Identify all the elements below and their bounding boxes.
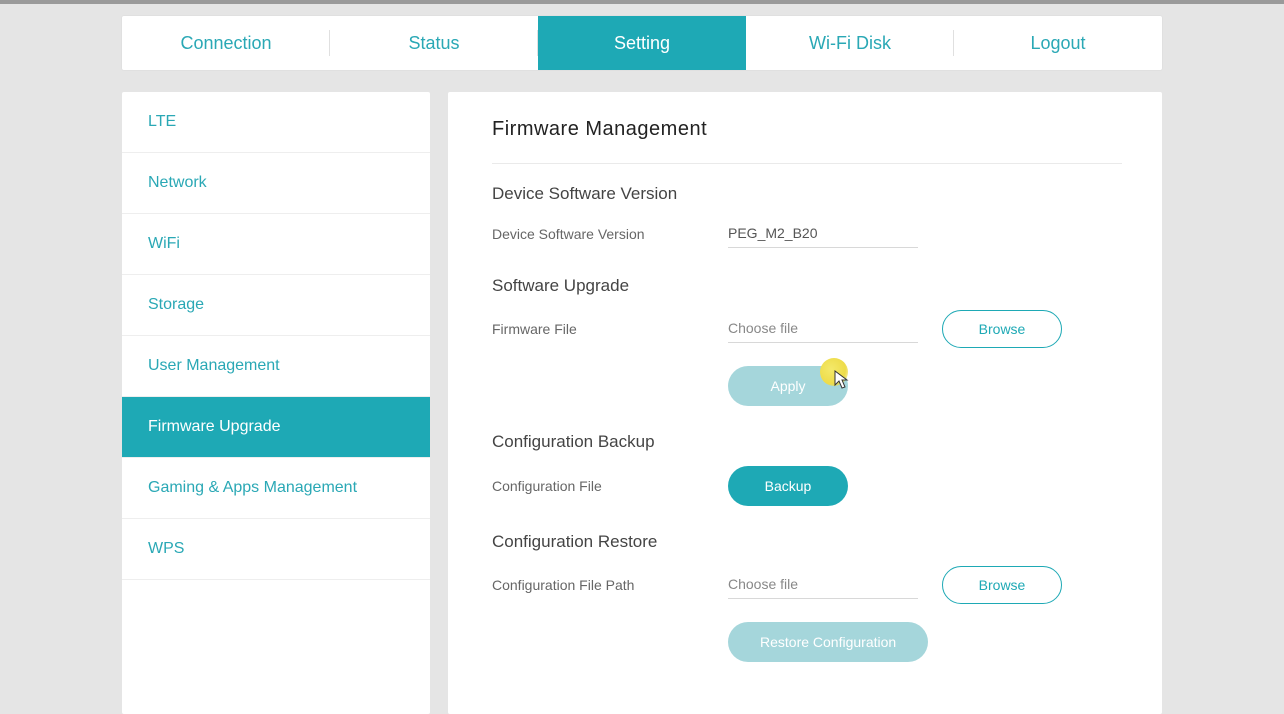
topnav-wifi-disk[interactable]: Wi-Fi Disk (746, 16, 954, 70)
topnav-label: Status (408, 33, 459, 54)
restore-configuration-button[interactable]: Restore Configuration (728, 622, 928, 662)
sidebar-item-user-management[interactable]: User Management (122, 336, 430, 397)
section-device-version-heading: Device Software Version (492, 184, 1122, 204)
device-version-label: Device Software Version (492, 226, 728, 242)
sidebar-item-gaming-apps[interactable]: Gaming & Apps Management (122, 458, 430, 519)
topnav-label: Setting (614, 33, 670, 54)
sidebar-item-wifi[interactable]: WiFi (122, 214, 430, 275)
apply-row: Apply (728, 366, 1122, 406)
sidebar-item-lte[interactable]: LTE (122, 92, 430, 153)
topnav-setting[interactable]: Setting (538, 16, 746, 70)
topnav-label: Wi-Fi Disk (809, 33, 891, 54)
config-backup-row: Configuration File Backup (492, 466, 1122, 506)
section-config-backup-heading: Configuration Backup (492, 432, 1122, 452)
config-restore-row: Configuration File Path Browse (492, 566, 1122, 604)
main-panel: Firmware Management Device Software Vers… (448, 92, 1162, 714)
device-version-value (728, 221, 918, 248)
page-title: Firmware Management (492, 118, 1122, 141)
section-software-upgrade-heading: Software Upgrade (492, 276, 1122, 296)
firmware-file-row: Firmware File Browse (492, 310, 1122, 348)
section-config-restore-heading: Configuration Restore (492, 532, 1122, 552)
restore-action-row: Restore Configuration (728, 622, 1122, 662)
sidebar-item-label: User Management (148, 357, 280, 374)
sidebar-item-label: Gaming & Apps Management (148, 479, 357, 496)
top-navigation: Connection Status Setting Wi-Fi Disk Log… (122, 16, 1162, 70)
topnav-label: Connection (180, 33, 271, 54)
config-restore-input[interactable] (728, 572, 918, 599)
backup-button[interactable]: Backup (728, 466, 848, 506)
sidebar-item-network[interactable]: Network (122, 153, 430, 214)
sidebar-item-storage[interactable]: Storage (122, 275, 430, 336)
topnav-logout[interactable]: Logout (954, 16, 1162, 70)
sidebar-item-label: Network (148, 174, 207, 191)
page-container: Connection Status Setting Wi-Fi Disk Log… (122, 16, 1162, 714)
device-version-row: Device Software Version (492, 218, 1122, 250)
topnav-connection[interactable]: Connection (122, 16, 330, 70)
sidebar-item-firmware-upgrade[interactable]: Firmware Upgrade (122, 397, 430, 458)
sidebar-item-label: WPS (148, 540, 184, 557)
sidebar: LTE Network WiFi Storage User Management… (122, 92, 430, 714)
sidebar-item-label: LTE (148, 113, 176, 130)
config-backup-label: Configuration File (492, 478, 728, 494)
browse-firmware-button[interactable]: Browse (942, 310, 1062, 348)
sidebar-item-label: WiFi (148, 235, 180, 252)
topnav-status[interactable]: Status (330, 16, 538, 70)
firmware-file-input[interactable] (728, 316, 918, 343)
topnav-label: Logout (1030, 33, 1085, 54)
content-row: LTE Network WiFi Storage User Management… (122, 92, 1162, 714)
sidebar-item-label: Storage (148, 296, 204, 313)
title-divider (492, 163, 1122, 164)
sidebar-item-label: Firmware Upgrade (148, 418, 280, 435)
config-restore-label: Configuration File Path (492, 577, 728, 593)
window-top-stripe (0, 0, 1284, 4)
firmware-file-label: Firmware File (492, 321, 728, 337)
apply-button[interactable]: Apply (728, 366, 848, 406)
sidebar-item-wps[interactable]: WPS (122, 519, 430, 580)
browse-restore-button[interactable]: Browse (942, 566, 1062, 604)
